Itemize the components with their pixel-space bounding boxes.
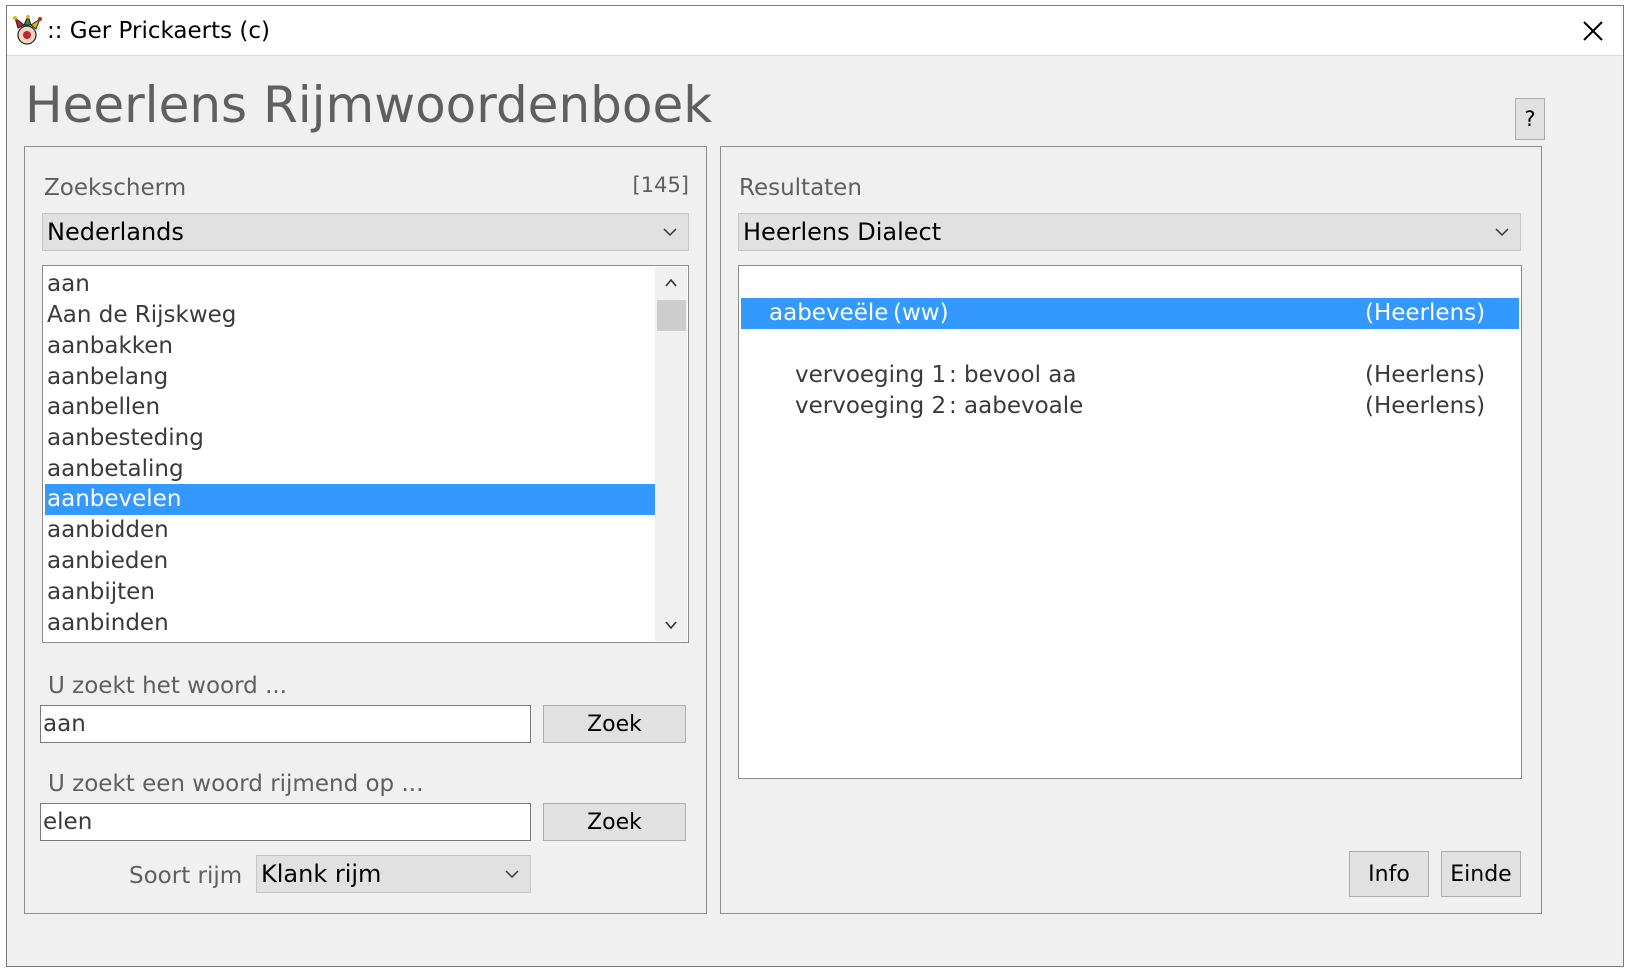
title-bar[interactable]: :: Ger Prickaerts (c) [7, 6, 1623, 56]
search-panel-label: Zoekscherm [44, 175, 187, 201]
list-item[interactable]: aanbesteding [45, 423, 655, 454]
list-item-selected[interactable]: aanbevelen [45, 484, 655, 515]
list-item[interactable]: aan [45, 269, 655, 300]
list-item[interactable]: aanbinden [45, 608, 655, 639]
list-item[interactable]: aanbieden [45, 546, 655, 577]
chevron-up-icon [665, 278, 677, 287]
word-search-label: U zoekt het woord ... [48, 673, 287, 699]
main-window: :: Ger Prickaerts (c) Heerlens Rijmwoord… [6, 5, 1624, 967]
info-button[interactable]: Info [1349, 851, 1429, 897]
close-button[interactable] [1563, 6, 1623, 55]
list-item[interactable]: aanbellen [45, 392, 655, 423]
result-word-type: (ww) [893, 300, 949, 326]
list-item[interactable]: aanbidden [45, 515, 655, 546]
conjugation-source: (Heerlens) [1365, 393, 1486, 419]
word-list-scrollbar[interactable] [655, 267, 687, 641]
results-list[interactable]: aabeveële (ww) (Heerlens) vervoeging 1 :… [738, 265, 1522, 779]
dialect-select[interactable]: Heerlens Dialect [738, 213, 1521, 251]
app-title: Heerlens Rijmwoordenboek [25, 76, 713, 134]
conjugation-label: vervoeging 1 [795, 362, 947, 388]
chevron-down-icon [665, 621, 677, 630]
word-count: [145] [632, 173, 689, 197]
result-word: aabeveële [769, 300, 889, 326]
chevron-down-icon [663, 228, 677, 237]
conjugation-row[interactable]: vervoeging 2 : aabevoale (Heerlens) [741, 391, 1519, 422]
rhyme-search-label: U zoekt een woord rijmend op ... [48, 771, 424, 797]
source-language-select[interactable]: Nederlands [42, 213, 689, 251]
search-panel: Zoekscherm [145] Nederlands aan Aan de R… [24, 146, 707, 914]
rhyme-type-select[interactable]: Klank rijm [256, 855, 531, 893]
rhyme-search-button[interactable]: Zoek [543, 803, 686, 841]
word-list[interactable]: aan Aan de Rijskweg aanbakken aanbelang … [42, 265, 689, 643]
result-source: (Heerlens) [1365, 300, 1486, 326]
word-search-button[interactable]: Zoek [543, 705, 686, 743]
rhyme-search-input[interactable] [40, 803, 531, 841]
dialect-value: Heerlens Dialect [743, 218, 942, 246]
jester-app-icon [13, 15, 42, 45]
results-panel: Resultaten Heerlens Dialect aabeveële (w… [720, 146, 1542, 914]
word-search-input[interactable] [40, 705, 531, 743]
list-item[interactable]: aanbetaling [45, 454, 655, 485]
conjugation-source: (Heerlens) [1365, 362, 1486, 388]
list-item[interactable]: aanbelang [45, 362, 655, 393]
chevron-down-icon [505, 870, 519, 879]
conjugation-value: : aabevoale [949, 393, 1084, 419]
scroll-up-button[interactable] [655, 267, 687, 299]
rhyme-type-label: Soort rijm [129, 863, 243, 889]
source-language-value: Nederlands [47, 218, 184, 246]
conjugation-label: vervoeging 2 [795, 393, 947, 419]
conjugation-value: : bevool aa [949, 362, 1077, 388]
results-panel-label: Resultaten [739, 175, 862, 201]
chevron-down-icon [1495, 228, 1509, 237]
scroll-down-button[interactable] [655, 609, 687, 641]
list-item[interactable]: aanbakken [45, 331, 655, 362]
exit-button[interactable]: Einde [1441, 851, 1521, 897]
rhyme-type-value: Klank rijm [261, 860, 382, 888]
list-item[interactable]: aanbijten [45, 577, 655, 608]
result-main-entry[interactable]: aabeveële (ww) (Heerlens) [741, 298, 1519, 329]
help-button[interactable]: ? [1515, 98, 1545, 140]
window-title: :: Ger Prickaerts (c) [47, 18, 271, 44]
scroll-thumb[interactable] [657, 300, 686, 331]
close-icon [1583, 20, 1603, 41]
conjugation-row[interactable]: vervoeging 1 : bevool aa (Heerlens) [741, 360, 1519, 391]
list-item[interactable]: Aan de Rijskweg [45, 300, 655, 331]
